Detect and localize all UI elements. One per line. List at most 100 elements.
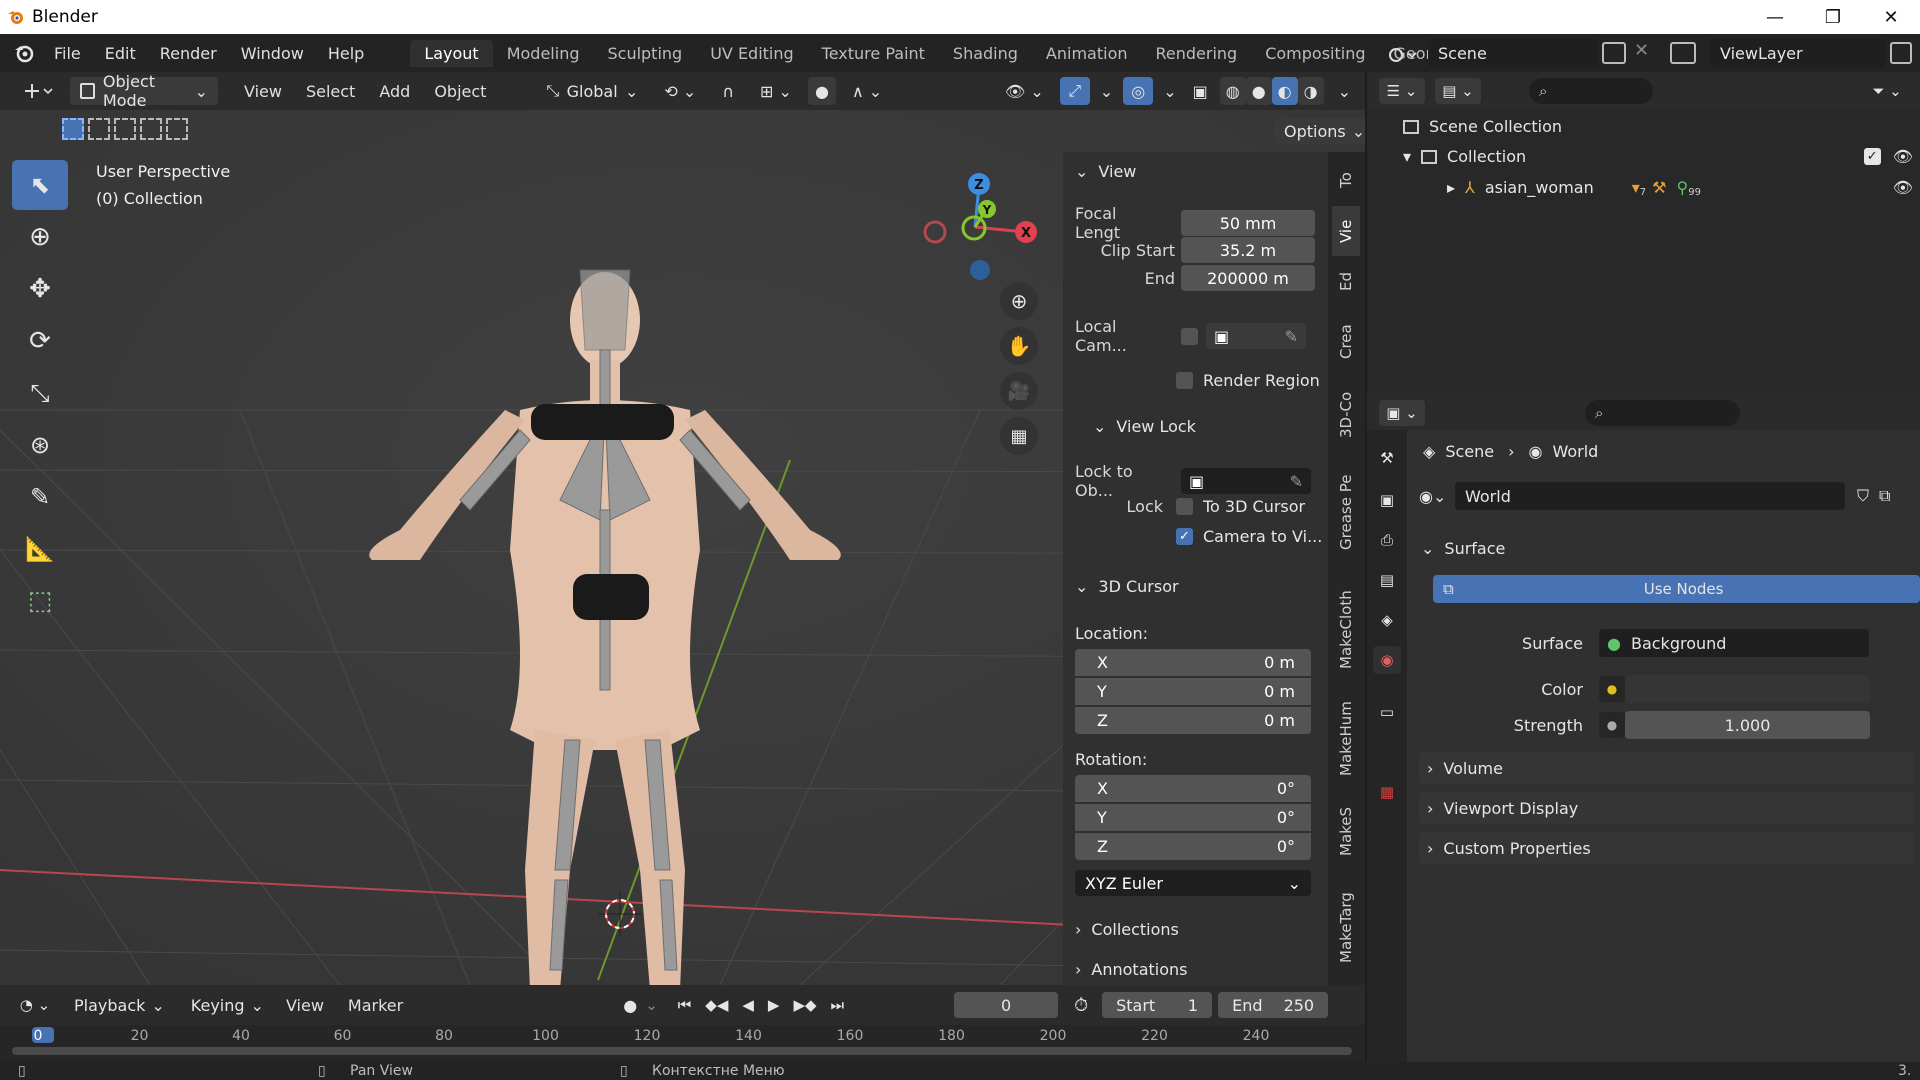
surface-section-header[interactable]: ⌄ Surface [1421, 539, 1505, 558]
chevron-down-icon[interactable]: ⌄ [645, 996, 658, 1014]
cursor-location-x[interactable]: X0 m [1075, 649, 1311, 676]
jump-end-icon[interactable]: ⏭ [831, 996, 845, 1014]
gizmo-dropdown[interactable]: ⌄ [1096, 77, 1117, 105]
duplicate-world-icon[interactable]: ⧉ [1879, 486, 1890, 506]
menu-edit[interactable]: Edit [93, 44, 148, 63]
strength-socket[interactable]: ● [1599, 712, 1625, 738]
tab-modeling[interactable]: Modeling [493, 40, 594, 67]
vp-menu-object[interactable]: Object [422, 82, 498, 101]
clip-start-field[interactable]: 35.2 m [1181, 237, 1315, 263]
fake-user-shield-icon[interactable]: ⛉ [1857, 486, 1869, 506]
texture-tab[interactable]: ▦ [1373, 778, 1401, 806]
tab-tool[interactable]: To [1332, 160, 1360, 200]
focal-length-field[interactable]: 50 mm [1181, 210, 1315, 236]
local-camera-field[interactable]: ▣ ✎ [1206, 323, 1306, 349]
to-3d-cursor-checkbox[interactable] [1176, 498, 1193, 515]
cursor-rotation-x[interactable]: X 0° [1075, 775, 1311, 802]
cursor-location-y[interactable]: Y0 m [1075, 678, 1311, 705]
pivot-point-dropdown[interactable]: ⟲ ⌄ [654, 77, 706, 105]
minimize-button[interactable]: — [1746, 0, 1804, 34]
falloff-dropdown[interactable]: ∧ ⌄ [842, 77, 892, 105]
current-frame-field[interactable]: 0 [954, 992, 1059, 1018]
shading-wireframe[interactable]: ◍ [1219, 77, 1246, 105]
world-type-dropdown[interactable]: ◉⌄ [1419, 482, 1455, 510]
tab-makecloth[interactable]: MakeCloth [1332, 580, 1360, 680]
timeline-marker-menu[interactable]: Marker [336, 996, 415, 1015]
tab-create[interactable]: Crea [1332, 312, 1360, 372]
outliner-editor-type[interactable]: ☰ ⌄ [1379, 78, 1425, 104]
cursor-location-z[interactable]: Z0 m [1075, 707, 1311, 734]
output-tab[interactable]: ⎙ [1373, 526, 1401, 554]
3d-cursor-section-header[interactable]: ⌄ 3D Cursor [1075, 577, 1179, 596]
move-tool[interactable]: ✥ [12, 264, 68, 314]
scene-type-icon[interactable] [1388, 40, 1428, 68]
world-name-field[interactable]: World [1455, 482, 1845, 510]
filter-dropdown[interactable]: ⏷ ⌄ [1867, 78, 1907, 104]
menu-render[interactable]: Render [148, 44, 229, 63]
timeline-view-menu[interactable]: View [274, 996, 336, 1015]
overlay-dropdown[interactable]: ⌄ [1159, 77, 1180, 105]
menu-file[interactable]: File [42, 44, 93, 63]
scene-tab[interactable]: ◈ [1373, 606, 1401, 634]
collection-row[interactable]: ▾ Collection ✓ 👁 [1403, 147, 1913, 166]
play-reverse-icon[interactable]: ◀ [742, 996, 754, 1014]
object-row-asian-woman[interactable]: ▸ ⅄ asian_woman ▾ 7 ⚒ ⚲ 99 👁 [1427, 177, 1913, 198]
perspective-toggle-button[interactable]: ▦ [1000, 417, 1038, 455]
play-icon[interactable]: ▶ [768, 996, 780, 1014]
view-layer-tab[interactable]: ▤ [1373, 566, 1401, 594]
view-layer-icon[interactable] [1670, 42, 1696, 64]
options-dropdown[interactable]: Options ⌄ [1274, 118, 1365, 144]
tab-compositing[interactable]: Compositing [1251, 40, 1379, 67]
custom-properties-section-header[interactable]: › Custom Properties [1419, 832, 1914, 864]
outliner-search-input[interactable]: ⌕ [1529, 78, 1653, 104]
select-subtract-icon[interactable] [114, 118, 136, 140]
tab-view[interactable]: Vie [1332, 206, 1360, 256]
tab-sculpting[interactable]: Sculpting [593, 40, 696, 67]
properties-search-input[interactable]: ⌕ [1585, 400, 1740, 426]
timeline-editor-type[interactable]: ◔ ⌄ [12, 992, 58, 1018]
visibility-dropdown[interactable]: 👁 ⌄ [995, 77, 1054, 105]
snap-target-dropdown[interactable]: ⊞ ⌄ [750, 77, 802, 105]
select-difference-icon[interactable] [140, 118, 162, 140]
lock-to-object-field[interactable]: ▣ ✎ [1181, 468, 1311, 494]
view-lock-section-header[interactable]: ⌄ View Lock [1093, 417, 1196, 436]
vp-menu-view[interactable]: View [232, 82, 294, 101]
eye-icon[interactable]: 👁 [1893, 147, 1913, 166]
maximize-button[interactable]: ❐ [1804, 0, 1862, 34]
collection-exclude-checkbox[interactable]: ✓ [1863, 148, 1881, 165]
transform-tool[interactable]: ⊛ [12, 420, 68, 470]
eye-icon[interactable]: 👁 [1893, 178, 1913, 197]
properties-editor-type[interactable]: ▣ ⌄ [1379, 400, 1425, 426]
select-intersect-icon[interactable] [166, 118, 188, 140]
tab-makeskin[interactable]: MakeS [1332, 796, 1360, 866]
prev-keyframe-icon[interactable]: ◆◀ [705, 996, 728, 1014]
overlay-toggle[interactable]: ◎ [1123, 77, 1154, 105]
tab-maketarget[interactable]: MakeTarg [1332, 878, 1360, 978]
editor-type-button[interactable] [12, 77, 64, 105]
next-keyframe-icon[interactable]: ▶◆ [793, 996, 816, 1014]
close-window-button[interactable]: ✕ [1862, 0, 1920, 34]
select-extend-icon[interactable] [88, 118, 110, 140]
view-section-header[interactable]: ⌄ View [1075, 162, 1136, 181]
tab-edit[interactable]: Ed [1332, 262, 1360, 302]
shading-dropdown[interactable]: ⌄ [1330, 77, 1359, 105]
new-scene-icon[interactable] [1602, 42, 1626, 64]
annotate-tool[interactable]: ✎ [12, 472, 68, 522]
select-new-icon[interactable] [62, 118, 84, 140]
transform-orientation-dropdown[interactable]: ⤡ Global ⌄ [536, 77, 648, 105]
object-mode-dropdown[interactable]: Object Mode ⌄ [70, 72, 218, 110]
start-frame-field[interactable]: Start 1 [1102, 992, 1213, 1018]
tab-grease-pencil[interactable]: Grease Pe [1332, 462, 1360, 562]
timeline-scrollbar[interactable] [12, 1047, 1352, 1055]
clip-end-field[interactable]: 200000 m [1181, 265, 1315, 291]
new-view-layer-icon[interactable] [1890, 42, 1912, 64]
vp-menu-select[interactable]: Select [294, 82, 367, 101]
scale-tool[interactable]: ⤡ [12, 368, 68, 418]
zoom-view-button[interactable]: ⊕ [1000, 282, 1038, 320]
render-region-checkbox[interactable] [1176, 372, 1193, 389]
tab-shading[interactable]: Shading [939, 40, 1032, 67]
delete-scene-icon[interactable]: ✕ [1634, 40, 1649, 61]
surface-shader-field[interactable]: ● Background [1599, 629, 1869, 657]
view-layer-selector[interactable]: ViewLayer [1710, 39, 1885, 67]
measure-tool[interactable]: 📐 [12, 524, 68, 574]
